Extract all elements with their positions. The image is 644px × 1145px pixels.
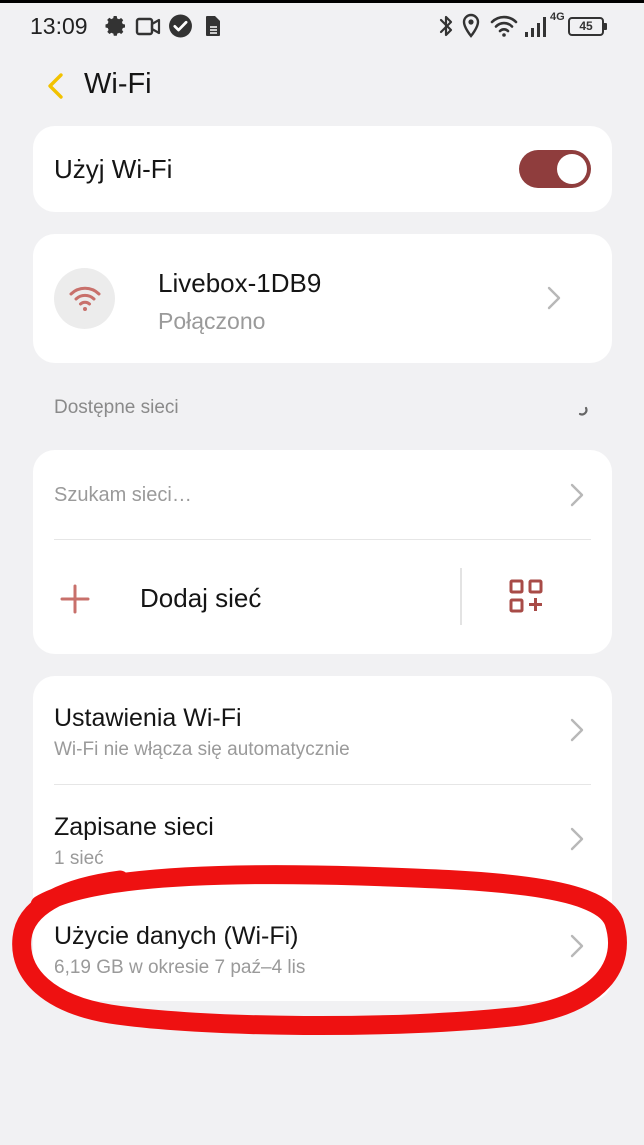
- video-icon: [135, 17, 161, 36]
- toggle-knob: [557, 154, 587, 184]
- loading-spinner-icon: [578, 406, 588, 416]
- list-item-title: Ustawienia Wi-Fi: [54, 704, 242, 732]
- gear-icon: [105, 16, 125, 36]
- wifi-toggle-label: Użyj Wi-Fi: [54, 154, 173, 184]
- wifi-toggle-switch[interactable]: [519, 150, 591, 188]
- list-item-subtitle: 1 sieć: [54, 848, 104, 869]
- searching-networks-text: Szukam sieci…: [54, 484, 192, 506]
- wifi-toggle-card[interactable]: Użyj Wi-Fi: [33, 126, 612, 212]
- add-network-button[interactable]: Dodaj sieć: [140, 583, 261, 614]
- connected-network-card[interactable]: Livebox-1DB9 Połączono: [33, 234, 612, 363]
- chevron-right-icon: [570, 934, 584, 958]
- check-circle-icon: [169, 14, 192, 38]
- wifi-icon: [490, 15, 518, 37]
- available-networks-heading: Dostępne sieci: [54, 397, 179, 418]
- qr-scan-icon[interactable]: [509, 579, 543, 613]
- list-item-title: Zapisane sieci: [54, 813, 214, 841]
- signal-icon: [525, 17, 546, 37]
- status-time: 13:09: [30, 13, 88, 39]
- location-icon: [462, 13, 480, 38]
- chevron-right-icon: [570, 718, 584, 742]
- list-item-title: Użycie danych (Wi-Fi): [54, 922, 299, 950]
- saved-networks-item[interactable]: Zapisane sieci 1 sieć: [33, 785, 612, 893]
- list-item-subtitle: Wi-Fi nie włącza się automatycznie: [54, 739, 350, 760]
- list-item-subtitle: 6,19 GB w okresie 7 paź–4 lis: [54, 957, 306, 978]
- network-type-label: 4G: [550, 11, 565, 23]
- page-title: Wi-Fi: [84, 68, 152, 100]
- wifi-settings-item[interactable]: Ustawienia Wi-Fi Wi-Fi nie włącza się au…: [33, 676, 612, 784]
- sim-icon: [206, 16, 220, 36]
- add-icon[interactable]: [60, 584, 90, 614]
- chevron-right-icon: [547, 286, 561, 310]
- wifi-settings-card: Ustawienia Wi-Fi Wi-Fi nie włącza się au…: [33, 676, 612, 1001]
- vertical-divider: [460, 568, 462, 625]
- network-status: Połączono: [158, 308, 266, 334]
- network-name: Livebox-1DB9: [158, 268, 322, 298]
- battery-icon: 45: [568, 17, 604, 36]
- back-chevron-icon[interactable]: [40, 68, 72, 104]
- network-icon-circle: [54, 268, 115, 329]
- chevron-right-icon[interactable]: [569, 482, 585, 508]
- wifi-signal-icon: [69, 286, 101, 311]
- wifi-data-usage-item[interactable]: Użycie danych (Wi-Fi) 6,19 GB w okresie …: [33, 894, 612, 1001]
- battery-tip: [604, 23, 607, 30]
- status-bar: 13:09 4G 45: [0, 3, 644, 47]
- battery-level: 45: [579, 19, 593, 33]
- chevron-right-icon: [570, 827, 584, 851]
- bluetooth-icon: [439, 15, 453, 37]
- card-divider: [54, 539, 591, 540]
- available-networks-card: Szukam sieci… Dodaj sieć: [33, 450, 612, 654]
